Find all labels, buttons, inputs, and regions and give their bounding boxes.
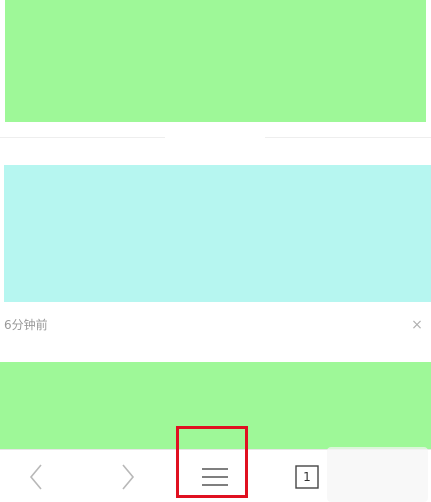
tab-count: 1	[303, 469, 311, 484]
menu-button[interactable]	[178, 450, 252, 502]
tabs-icon: 1	[295, 464, 319, 489]
content-block-middle[interactable]	[4, 165, 431, 302]
tabs-button[interactable]: 1	[285, 450, 329, 502]
content-block-top[interactable]	[5, 0, 426, 122]
overlay-panel	[327, 447, 428, 502]
close-icon[interactable]: ×	[409, 315, 425, 335]
divider-left	[0, 137, 165, 138]
divider-right	[265, 137, 431, 138]
browser-page: 6分钟前 × 1	[0, 0, 431, 502]
hamburger-menu-icon	[202, 467, 228, 486]
feed-meta-row: 6分钟前 ×	[0, 315, 431, 337]
content-block-bottom[interactable]	[0, 362, 431, 452]
forward-button[interactable]	[106, 450, 150, 502]
timestamp: 6分钟前	[4, 318, 48, 332]
chevron-left-icon	[29, 463, 42, 490]
chevron-right-icon	[122, 463, 135, 490]
back-button[interactable]	[14, 450, 58, 502]
